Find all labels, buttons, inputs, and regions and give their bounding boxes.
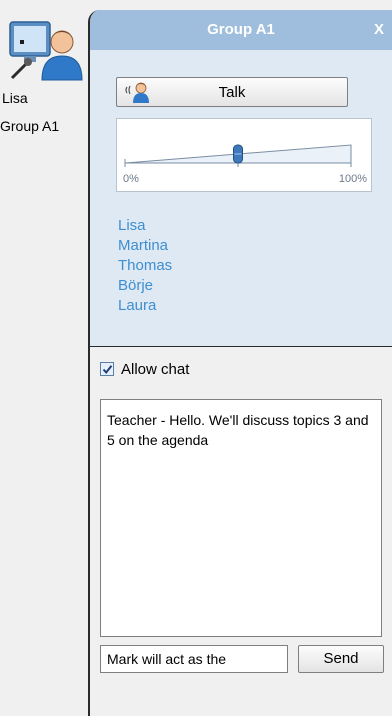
volume-min-label: 0% <box>123 173 139 185</box>
allow-chat-toggle[interactable]: Allow chat <box>100 359 189 379</box>
chat-area: Allow chat Teacher - Hello. We'll discus… <box>90 347 392 716</box>
close-button[interactable]: X <box>374 21 384 38</box>
send-button[interactable]: Send <box>298 645 384 673</box>
talk-button[interactable]: Talk <box>116 77 348 107</box>
talk-button-label: Talk <box>218 84 246 101</box>
member-item[interactable]: Börje <box>118 276 172 296</box>
member-item[interactable]: Lisa <box>118 216 172 236</box>
volume-slider-box: 0% 100% <box>116 118 372 192</box>
checkmark-icon <box>102 365 113 375</box>
student-computer-icon[interactable] <box>8 18 84 88</box>
member-item[interactable]: Laura <box>118 296 172 316</box>
group-titlebar: Group A1 X <box>90 10 392 50</box>
volume-thumb[interactable] <box>233 144 243 164</box>
chat-log[interactable]: Teacher - Hello. We'll discuss topics 3 … <box>100 399 382 637</box>
student-list-strip: Lisa Group A1 <box>0 0 92 716</box>
allow-chat-label: Allow chat <box>121 360 190 378</box>
message-input[interactable]: Mark will act as the <box>100 645 288 673</box>
member-item[interactable]: Martina <box>118 236 172 256</box>
group-title: Group A1 <box>207 21 275 38</box>
group-panel: Group A1 X Talk 0% 100% Lisa Martina Tho… <box>88 10 392 716</box>
volume-max-label: 100% <box>338 173 367 185</box>
student-name-label: Lisa <box>2 90 28 106</box>
volume-slider[interactable] <box>117 119 371 191</box>
member-item[interactable]: Thomas <box>118 256 172 276</box>
allow-chat-checkbox[interactable] <box>100 362 114 376</box>
member-list: Lisa Martina Thomas Börje Laura <box>118 216 172 316</box>
student-group-label: Group A1 <box>0 118 60 134</box>
